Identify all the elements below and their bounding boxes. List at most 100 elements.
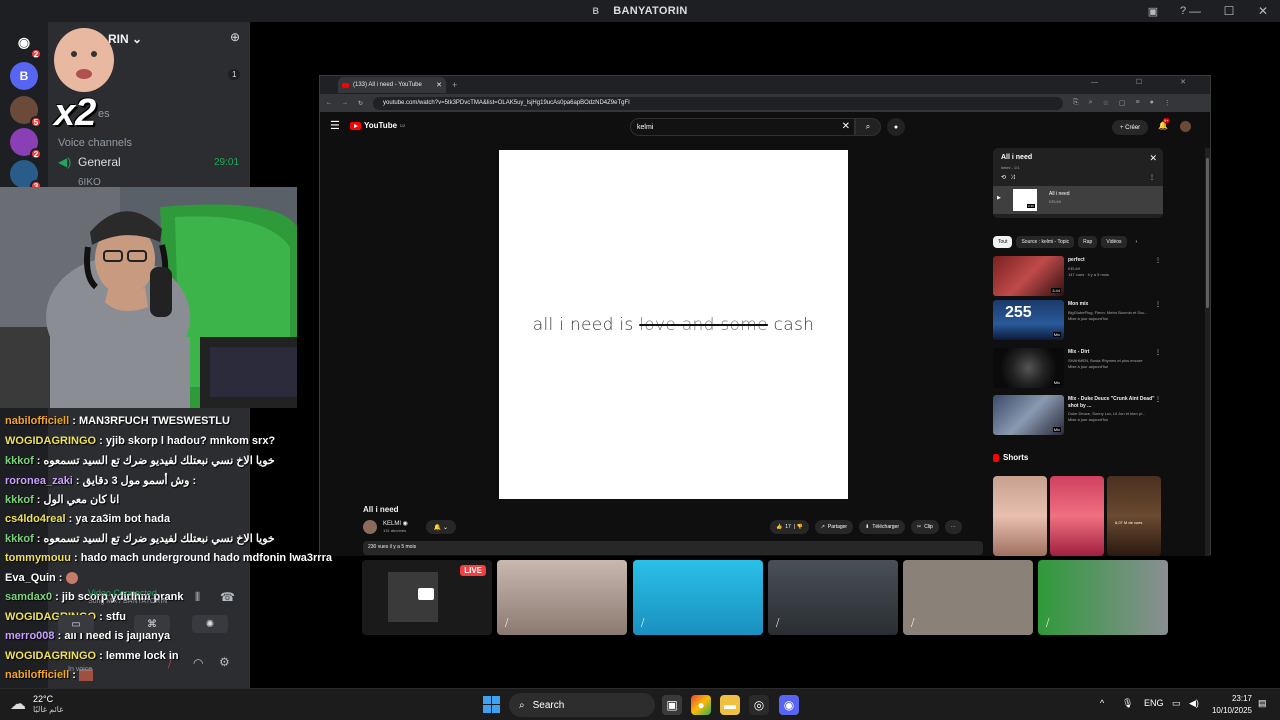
mic-tray-icon[interactable]: 🎙 xyxy=(1122,698,1133,709)
recommendation-item[interactable]: Mix Mix - Duke Deuce "Crunk Aint Dead" s… xyxy=(993,395,1163,437)
chat-user[interactable]: samdax0 xyxy=(5,591,52,603)
soundboard-button[interactable]: ✺ xyxy=(192,615,228,633)
subscribed-bell-button[interactable]: 🔔 ⌄ xyxy=(426,520,456,534)
clock[interactable]: 23:17 10/10/2025 xyxy=(1212,693,1252,717)
headphones-icon[interactable]: ◠ xyxy=(193,656,203,670)
chat-user[interactable]: kkkof xyxy=(5,455,34,467)
zoom-icon[interactable]: ⌕ xyxy=(1089,99,1093,107)
chips-next-icon[interactable]: › xyxy=(1131,236,1143,248)
close-button[interactable]: ✕ xyxy=(1246,0,1280,22)
rec-more-icon[interactable]: ⋮ xyxy=(1155,257,1161,264)
chip-all[interactable]: Tout xyxy=(993,236,1013,248)
playlist-controls[interactable]: ⟲⤨ xyxy=(1001,174,1019,182)
chrome-icon[interactable]: ● xyxy=(691,695,711,715)
taskbar-search[interactable]: ⌕ Search xyxy=(509,693,655,717)
settings-gear-icon[interactable]: ⚙ xyxy=(219,655,230,669)
chat-user[interactable]: Eva_Quin xyxy=(5,572,56,584)
rec-more-icon[interactable]: ⋮ xyxy=(1155,301,1161,308)
start-button[interactable] xyxy=(483,696,500,713)
tray-chevron-icon[interactable]: ^ xyxy=(1100,698,1104,708)
participant-tile[interactable]: ⧸ xyxy=(903,560,1033,635)
downloads-icon[interactable]: ≡ xyxy=(1135,99,1139,107)
extensions-icon[interactable]: ▢ xyxy=(1119,99,1126,107)
language-indicator[interactable]: ENG xyxy=(1144,698,1164,708)
rec-more-icon[interactable]: ⋮ xyxy=(1155,349,1161,356)
more-actions-button[interactable]: ⋯ xyxy=(944,520,962,534)
clear-search-icon[interactable]: ✕ xyxy=(842,121,850,132)
discord-taskbar-icon[interactable]: ◉ xyxy=(779,695,799,715)
participant-tile[interactable]: ⧸ xyxy=(1038,560,1168,635)
minimize-button[interactable]: — xyxy=(1178,0,1212,22)
voice-signal-icon[interactable]: ⫴ xyxy=(195,590,200,605)
chat-user[interactable]: tommymouu xyxy=(5,552,71,564)
participant-tile[interactable]: ⧸ xyxy=(768,560,898,635)
chat-user[interactable]: roronea_zaki xyxy=(5,475,73,487)
recommendation-item[interactable]: Mix Mix - Dirt SHAHMEN, Busta Rhymes et … xyxy=(993,348,1163,390)
stream-tile[interactable]: LIVE xyxy=(362,560,492,635)
rec-more-icon[interactable]: ⋮ xyxy=(1155,396,1161,403)
account-avatar[interactable] xyxy=(1180,121,1191,132)
server-icon-2[interactable]: 5 xyxy=(10,96,42,128)
url-field[interactable]: youtube.com/watch?v=5tk3PDvcTMA&list=OLA… xyxy=(373,96,1064,110)
mic-muted-icon[interactable]: ⧸ xyxy=(168,656,172,671)
download-button[interactable]: ⬇ Télécharger xyxy=(859,520,905,534)
obs-icon[interactable]: ◎ xyxy=(749,695,769,715)
server-icon-4[interactable]: 3 xyxy=(10,160,42,192)
install-icon[interactable]: ⎘ xyxy=(1073,99,1079,107)
chip-videos[interactable]: Vidéos xyxy=(1101,236,1127,248)
browser-window-controls[interactable]: — ☐ ✕ xyxy=(1091,78,1204,86)
notifications-icon[interactable]: 🔔 9+ xyxy=(1158,118,1170,130)
recommendation-item[interactable]: 3:44 perfect KELMI 147 vues · il y a 5 m… xyxy=(993,256,1163,298)
chip-rap[interactable]: Rap xyxy=(1078,236,1098,248)
playlist-item[interactable]: ▶ 2:36 All i need KELMI xyxy=(993,186,1163,214)
server-icon-3[interactable]: 2 xyxy=(10,128,42,160)
playlist-more-icon[interactable]: ⋮ xyxy=(1149,174,1155,181)
disconnect-icon[interactable]: ☎ xyxy=(220,590,235,604)
short-thumbnail[interactable] xyxy=(993,476,1047,556)
weather-icon[interactable]: ☁ xyxy=(10,694,26,714)
file-explorer-icon[interactable]: ▬ xyxy=(720,695,740,715)
profile-icon[interactable]: ● xyxy=(1150,99,1154,107)
bookmark-icon[interactable]: ☆ xyxy=(1103,99,1109,107)
channel-name[interactable]: KELMI ◉ xyxy=(383,520,408,527)
back-icon[interactable]: ← xyxy=(326,100,332,106)
new-tab-icon[interactable]: + xyxy=(452,80,457,90)
short-thumbnail[interactable]: 6,07 M de vues xyxy=(1107,476,1161,556)
chat-user[interactable]: WOGIDAGRINGO xyxy=(5,435,96,447)
playlist-close-icon[interactable]: ✕ xyxy=(1149,153,1157,164)
forward-icon[interactable]: → xyxy=(342,100,348,106)
clip-button[interactable]: ✂ Clip xyxy=(911,520,939,534)
channel-avatar[interactable] xyxy=(363,520,377,534)
video-player[interactable]: all i need is love and some cash xyxy=(499,150,848,499)
add-friend-icon[interactable]: ⊕ xyxy=(230,30,240,44)
mic-icon[interactable]: ● xyxy=(887,118,905,136)
participant-tile[interactable]: ⧸ xyxy=(633,560,763,635)
maximize-button[interactable]: ☐ xyxy=(1212,0,1246,22)
participant-tile[interactable]: ⧸ xyxy=(497,560,627,635)
menu-icon[interactable]: ☰ xyxy=(330,119,340,132)
video-description[interactable]: 230 vues il y a 5 mois xyxy=(363,541,983,555)
page-scrollbar[interactable] xyxy=(1205,148,1210,556)
chat-user[interactable]: kkkof xyxy=(5,494,34,506)
youtube-logo[interactable]: YouTube DZ xyxy=(350,121,405,130)
chat-user[interactable]: kkkof xyxy=(5,533,34,545)
create-button[interactable]: + Créer xyxy=(1112,120,1149,135)
discord-home-icon[interactable]: ◉ 2 xyxy=(10,28,42,60)
share-button[interactable]: ↗ Partager xyxy=(814,520,854,534)
chat-user[interactable]: cs4ldo4real xyxy=(5,513,66,525)
activity-button[interactable]: ⌘ xyxy=(134,615,170,633)
task-view-icon[interactable]: ▣ xyxy=(662,695,682,715)
reload-icon[interactable]: ↻ xyxy=(358,100,363,107)
volume-icon[interactable]: ◀) xyxy=(1189,698,1199,709)
browser-menu-icon[interactable]: ⋮ xyxy=(1164,99,1171,107)
tab-close-icon[interactable]: ✕ xyxy=(436,81,442,89)
general-channel[interactable]: General xyxy=(78,155,121,169)
like-button[interactable]: 👍 17 | 👎 xyxy=(770,520,809,534)
browser-tab[interactable]: (133) All i need - YouTube ✕ xyxy=(338,77,446,93)
scrollbar-thumb[interactable] xyxy=(1206,158,1209,308)
notification-center-icon[interactable]: ▤ xyxy=(1258,698,1267,709)
search-button[interactable]: ⌕ xyxy=(855,118,881,136)
chip-source[interactable]: Source : kelmi - Topic xyxy=(1016,236,1075,248)
short-thumbnail[interactable] xyxy=(1050,476,1104,556)
network-icon[interactable]: ▭ xyxy=(1172,698,1181,709)
